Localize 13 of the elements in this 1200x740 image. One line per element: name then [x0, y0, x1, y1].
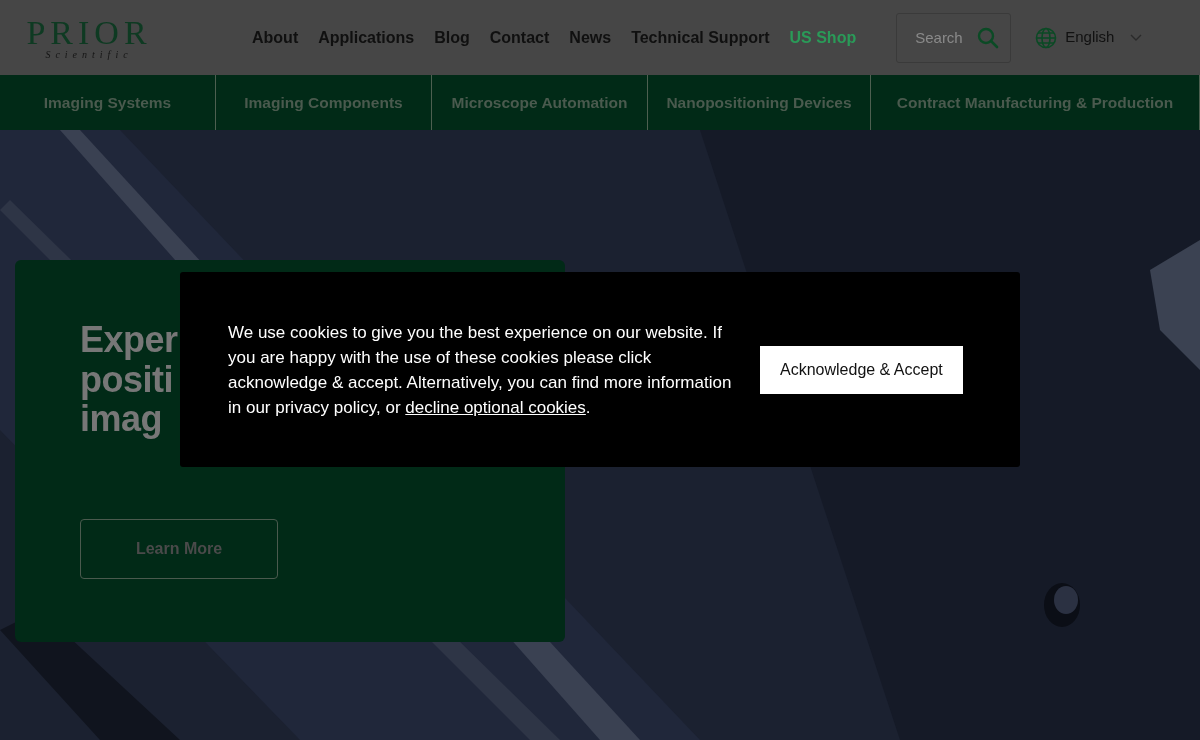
- headline: imag: [80, 399, 163, 439]
- learn-more-button[interactable]: Learn More: [80, 518, 278, 579]
- logo[interactable]: PRIOR: [26, 15, 152, 50]
- accept-button[interactable]: Acknowledge & Accept: [760, 345, 963, 394]
- search-field[interactable]: Search: [896, 12, 1012, 63]
- cookie-message: We use cookies to give you the best experience on our website. If you are happy with the use of these cookies please click acknowledge & accept. Alternatively, you can find more information in our privacy policy, or decline optional cookies.: [228, 321, 733, 419]
- globe-icon[interactable]: [1035, 26, 1058, 49]
- search-icon[interactable]: [977, 26, 1000, 49]
- nav-link[interactable]: US Shop: [779, 25, 867, 50]
- decline-cookies-link[interactable]: decline optional cookies: [405, 397, 586, 417]
- headline: Exper: [80, 320, 178, 360]
- chevron-down-icon[interactable]: [1130, 33, 1143, 42]
- headline: positi: [80, 359, 173, 400]
